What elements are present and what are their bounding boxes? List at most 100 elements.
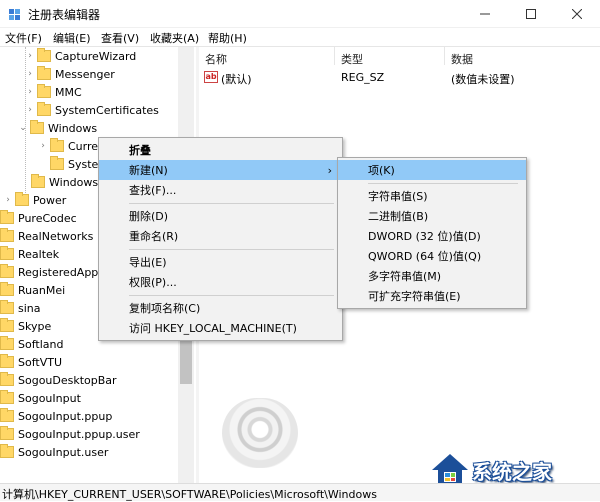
tree-item-label: SogouDesktopBar	[18, 373, 117, 387]
tree-item[interactable]: › CaptureWizard	[25, 47, 136, 65]
menu-item-new[interactable]: 新建(N) ›	[99, 160, 342, 180]
tree-item[interactable]: › Power	[3, 191, 66, 209]
tree-item-label: Curre	[68, 139, 99, 153]
tree-item-label: Realtek	[18, 247, 60, 261]
tree-item-label: Windows	[49, 175, 99, 189]
tree-item[interactable]: SogouInput	[0, 389, 81, 407]
tree-item-label: SogouInput.ppup	[18, 409, 113, 423]
tree-item[interactable]: SogouInput.user	[0, 443, 108, 461]
tree-item-windows-expanded[interactable]: ⌄ Windows	[18, 119, 97, 137]
value-type: REG_SZ	[341, 71, 385, 84]
folder-icon	[30, 120, 44, 134]
tree-item[interactable]: PureCodec	[0, 209, 77, 227]
column-header-type[interactable]: 类型	[341, 51, 363, 67]
tree-item[interactable]: RegisteredAppl	[0, 263, 101, 281]
menu-item-copy-key-name[interactable]: 复制项名称(C)	[99, 298, 342, 318]
status-path: 计算机\HKEY_CURRENT_USER\SOFTWARE\Policies\…	[2, 488, 377, 501]
tree-item[interactable]: › Curre	[38, 137, 98, 155]
minimize-button[interactable]	[462, 0, 508, 28]
watermark-swirl-graphic	[222, 398, 298, 468]
tree-item[interactable]: RealNetworks	[0, 227, 93, 245]
menu-item-label: 字符串值(S)	[368, 190, 428, 203]
menu-item-export[interactable]: 导出(E)	[99, 252, 342, 272]
folder-icon	[0, 390, 14, 404]
menu-item-delete[interactable]: 删除(D)	[99, 206, 342, 226]
folder-icon	[0, 264, 14, 278]
column-divider[interactable]	[444, 47, 445, 65]
tree-item-label: Windows	[48, 121, 98, 135]
tree-item[interactable]: › MMC	[25, 83, 82, 101]
menu-separator	[368, 183, 518, 184]
menu-help[interactable]: 帮助(H)	[208, 30, 247, 46]
menu-view[interactable]: 查看(V)	[101, 30, 139, 46]
tree-item-label: SoftVTU	[18, 355, 62, 369]
menu-item-label: DWORD (32 位)值(D)	[368, 230, 481, 243]
collapse-icon[interactable]: ⌄	[18, 123, 28, 133]
folder-icon	[37, 102, 51, 116]
folder-icon	[0, 336, 14, 350]
tree-item-label: RealNetworks	[18, 229, 94, 243]
tree-item[interactable]: › SystemCertificates	[25, 101, 159, 119]
tree-item[interactable]: Skype	[0, 317, 51, 335]
menu-item-permissions[interactable]: 权限(P)...	[99, 272, 342, 292]
folder-icon	[0, 228, 14, 242]
tree-item-label: SogouInput	[18, 391, 81, 405]
menu-item-label: 导出(E)	[129, 256, 167, 269]
menu-item-label: 删除(D)	[129, 210, 169, 223]
tree-item-label: CaptureWizard	[55, 49, 137, 63]
logo-text: 系统之家	[472, 460, 552, 484]
close-icon	[572, 9, 582, 19]
submenu-item-expandable-string[interactable]: 可扩充字符串值(E)	[338, 286, 526, 306]
submenu-item-dword[interactable]: DWORD (32 位)值(D)	[338, 226, 526, 246]
tree-item[interactable]: › Messenger	[25, 65, 115, 83]
menu-item-label: 查找(F)...	[129, 184, 177, 197]
tree-item[interactable]: Softland	[0, 335, 63, 353]
expand-icon: ›	[6, 195, 10, 205]
menu-separator	[129, 295, 334, 296]
submenu-item-string[interactable]: 字符串值(S)	[338, 186, 526, 206]
submenu-item-multi-string[interactable]: 多字符串值(M)	[338, 266, 526, 286]
tree-item[interactable]: SogouDesktopBar	[0, 371, 117, 389]
submenu-item-key[interactable]: 项(K)	[338, 160, 526, 180]
tree-item-label: Messenger	[55, 67, 115, 81]
column-header-data[interactable]: 数据	[451, 51, 473, 67]
folder-icon	[37, 48, 51, 62]
close-button[interactable]	[554, 0, 600, 28]
menu-item-label: QWORD (64 位)值(Q)	[368, 250, 482, 263]
menu-item-collapse[interactable]: 折叠	[99, 140, 342, 160]
tree-item-label: RuanMei	[18, 283, 66, 297]
tree-item-label: Softland	[18, 337, 64, 351]
tree-item[interactable]: SogouInput.ppup	[0, 407, 112, 425]
tree-item[interactable]: Syster	[50, 155, 103, 173]
value-data: (数值未设置)	[451, 73, 515, 86]
tree-item[interactable]: SogouInput.ppup.user	[0, 425, 140, 443]
value-row-default[interactable]: ab (默认) REG_SZ (数值未设置)	[199, 69, 600, 87]
menu-item-label: 重命名(R)	[129, 230, 179, 243]
column-divider[interactable]	[334, 47, 335, 65]
menu-item-label: 访问 HKEY_LOCAL_MACHINE(T)	[129, 322, 297, 335]
menu-separator	[129, 249, 334, 250]
menu-edit[interactable]: 编辑(E)	[53, 30, 91, 46]
menu-item-goto-hklm[interactable]: 访问 HKEY_LOCAL_MACHINE(T)	[99, 318, 342, 338]
regedit-app-icon	[9, 9, 20, 20]
column-header-name[interactable]: 名称	[205, 51, 227, 67]
tree-item[interactable]: Windows	[31, 173, 98, 191]
menu-item-rename[interactable]: 重命名(R)	[99, 226, 342, 246]
tree-item-label: MMC	[55, 85, 82, 99]
folder-icon	[15, 192, 29, 206]
folder-icon	[0, 354, 14, 368]
submenu-item-binary[interactable]: 二进制值(B)	[338, 206, 526, 226]
submenu-item-qword[interactable]: QWORD (64 位)值(Q)	[338, 246, 526, 266]
folder-icon	[50, 156, 64, 170]
tree-item[interactable]: RuanMei	[0, 281, 65, 299]
menu-item-find[interactable]: 查找(F)...	[99, 180, 342, 200]
title-bar: 注册表编辑器	[0, 0, 600, 28]
menu-file[interactable]: 文件(F)	[5, 30, 42, 46]
tree-item[interactable]: Realtek	[0, 245, 59, 263]
menu-favorites[interactable]: 收藏夹(A)	[150, 30, 199, 46]
tree-item[interactable]: SoftVTU	[0, 353, 62, 371]
maximize-button[interactable]	[508, 0, 554, 28]
minimize-icon	[480, 13, 490, 15]
tree-item[interactable]: sina	[0, 299, 41, 317]
tree-item-label: sina	[18, 301, 41, 315]
